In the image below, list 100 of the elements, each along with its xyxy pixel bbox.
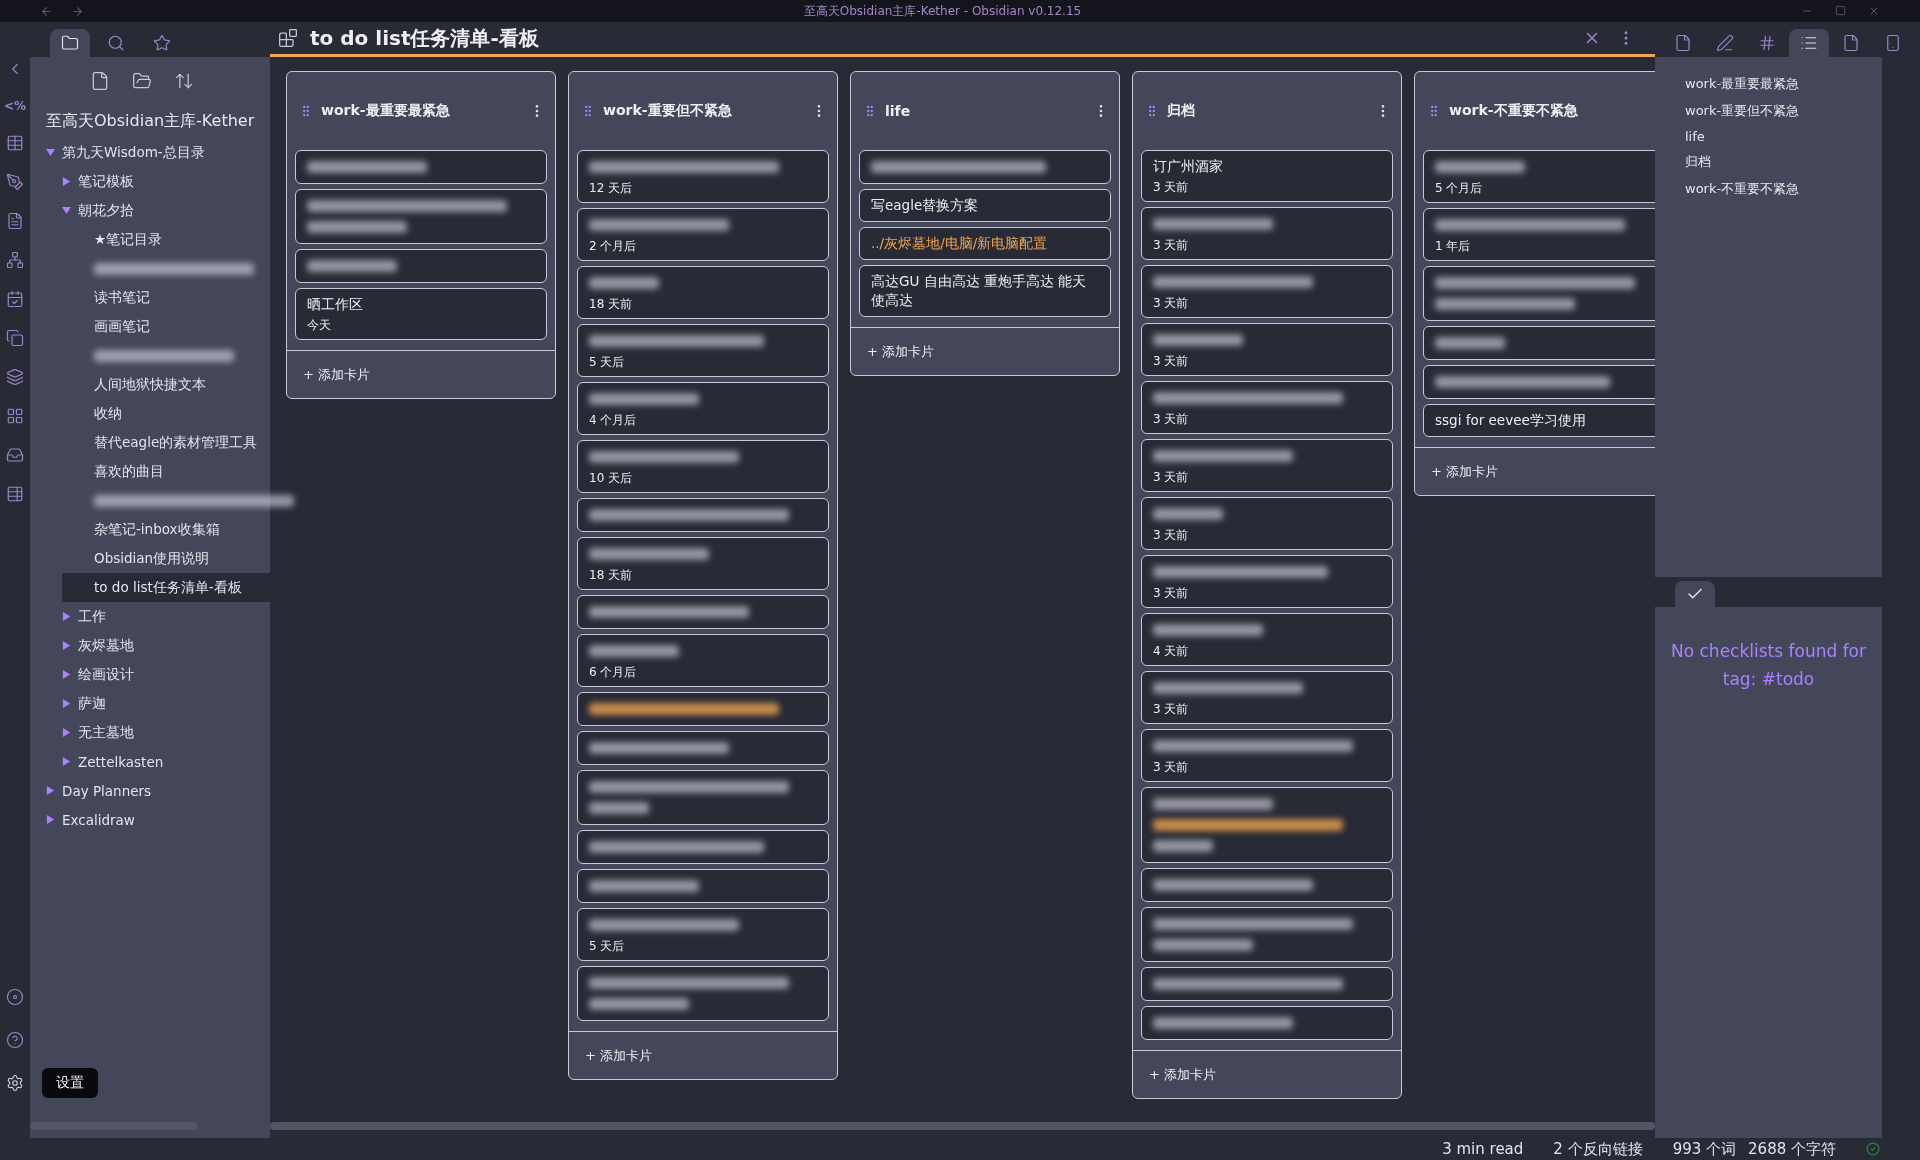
kanban-card[interactable]: 写eagle替换方案 xyxy=(859,189,1111,222)
file-item[interactable]: 读书笔记 xyxy=(62,283,270,312)
table-icon[interactable] xyxy=(6,485,24,503)
file-item[interactable]: 画画笔记 xyxy=(62,312,270,341)
table-icon[interactable] xyxy=(6,134,24,152)
sort-icon[interactable] xyxy=(174,71,194,91)
kanban-card[interactable]: 18 天前 xyxy=(577,266,829,319)
kanban-card[interactable] xyxy=(577,692,829,726)
outline-item[interactable]: 归档 xyxy=(1685,153,1882,171)
document-icon[interactable] xyxy=(6,212,24,230)
kanban-card[interactable] xyxy=(1423,326,1655,360)
new-note-icon[interactable] xyxy=(90,71,110,91)
kanban-card[interactable]: ssgi for eevee学习使用 xyxy=(1423,404,1655,437)
kanban-card[interactable]: 10 天后 xyxy=(577,440,829,493)
copy-icon[interactable] xyxy=(6,329,24,347)
scrollbar[interactable] xyxy=(30,1122,198,1130)
folder-item[interactable]: 工作 xyxy=(46,602,270,631)
kanban-card[interactable] xyxy=(577,595,829,629)
kanban-card[interactable]: 5 天后 xyxy=(577,324,829,377)
kanban-card[interactable]: 12 天后 xyxy=(577,150,829,203)
outline-item[interactable]: work-最重要最紧急 xyxy=(1685,75,1882,93)
add-card-button[interactable]: + 添加卡片 xyxy=(1133,1050,1401,1098)
kanban-card[interactable]: 3 天前 xyxy=(1141,497,1393,550)
kanban-card[interactable] xyxy=(1141,1006,1393,1040)
kanban-card[interactable] xyxy=(1141,967,1393,1001)
kanban-card[interactable]: 5 天后 xyxy=(577,908,829,961)
graph-icon[interactable] xyxy=(6,251,24,269)
folder-item[interactable]: 笔记模板 xyxy=(46,167,270,196)
kanban-card[interactable] xyxy=(295,249,547,283)
folder-item[interactable]: Day Planners xyxy=(30,776,270,805)
kanban-card[interactable] xyxy=(1141,907,1393,962)
kanban-card[interactable]: 高达GU 自由高达 重炮手高达 能天使高达 xyxy=(859,265,1111,317)
settings-icon[interactable] xyxy=(6,1074,24,1092)
outline-item[interactable]: life xyxy=(1685,129,1882,144)
checklist-tab[interactable] xyxy=(1675,581,1715,607)
kanban-card[interactable] xyxy=(1141,868,1393,902)
kanban-card[interactable] xyxy=(577,731,829,765)
folder-item[interactable]: 萨迦 xyxy=(46,689,270,718)
kanban-card[interactable] xyxy=(577,770,829,825)
kanban-card[interactable]: 3 天前 xyxy=(1141,323,1393,376)
kanban-card[interactable] xyxy=(295,189,547,244)
folder-item[interactable]: Zettelkasten xyxy=(46,747,270,776)
kanban-card[interactable]: 3 天前 xyxy=(1141,265,1393,318)
kanban-card[interactable] xyxy=(1141,787,1393,863)
folder-item[interactable]: 绘画设计 xyxy=(46,660,270,689)
file-item[interactable]: 杂笔记-inbox收集箱 xyxy=(62,515,270,544)
folder-item[interactable]: 无主墓地 xyxy=(46,718,270,747)
new-folder-icon[interactable] xyxy=(132,71,152,91)
kanban-card[interactable]: 3 天前 xyxy=(1141,671,1393,724)
grid-icon[interactable] xyxy=(6,407,24,425)
kanban-card[interactable] xyxy=(577,966,829,1021)
help-icon[interactable] xyxy=(6,1031,24,1049)
inbox-icon[interactable] xyxy=(6,446,24,464)
kanban-card[interactable]: ../灰烬墓地/电脑/新电脑配置 xyxy=(859,227,1111,260)
kanban-card[interactable]: 3 天前 xyxy=(1141,729,1393,782)
file-item[interactable]: 人间地狱快捷文本 xyxy=(62,370,270,399)
add-card-button[interactable]: + 添加卡片 xyxy=(851,327,1119,375)
kanban-card[interactable]: 2 个月后 xyxy=(577,208,829,261)
layers-icon[interactable] xyxy=(6,368,24,386)
file-item[interactable]: 收纳 xyxy=(62,399,270,428)
folder-item[interactable]: 朝花夕拾 xyxy=(46,196,270,225)
folder-item[interactable]: 第九天Wisdom-总目录 xyxy=(30,138,270,167)
file-item[interactable]: ★笔记目录 xyxy=(62,225,270,254)
kanban-card[interactable]: 5 个月后 xyxy=(1423,150,1655,203)
backlink-count[interactable]: 2 个反向链接 xyxy=(1553,1139,1643,1159)
card-link[interactable]: ../灰烬墓地/电脑/新电脑配置 xyxy=(871,234,1099,253)
add-card-button[interactable]: + 添加卡片 xyxy=(287,350,555,398)
kanban-card[interactable] xyxy=(577,498,829,532)
back-icon[interactable] xyxy=(40,4,53,18)
forward-icon[interactable] xyxy=(71,4,84,18)
file-item[interactable]: 替代eagle的素材管理工具 xyxy=(62,428,270,457)
folder-item[interactable]: 灰烬墓地 xyxy=(46,631,270,660)
file-item[interactable]: to do list任务清单-看板 xyxy=(62,573,270,602)
outline-item[interactable]: work-重要但不紧急 xyxy=(1685,102,1882,120)
kanban-card[interactable]: 3 天前 xyxy=(1141,555,1393,608)
kanban-card[interactable] xyxy=(859,150,1111,184)
kanban-card[interactable]: 3 天前 xyxy=(1141,207,1393,260)
kanban-card[interactable]: 3 天前 xyxy=(1141,439,1393,492)
kanban-card[interactable]: 4 个月后 xyxy=(577,382,829,435)
kanban-card[interactable] xyxy=(1423,266,1655,321)
kanban-card[interactable] xyxy=(577,869,829,903)
template-glyph[interactable]: <% xyxy=(3,99,27,113)
pen-icon[interactable] xyxy=(6,173,24,191)
kanban-card[interactable]: 18 天前 xyxy=(577,537,829,590)
kanban-card[interactable] xyxy=(295,150,547,184)
file-item[interactable]: 喜欢的曲目 xyxy=(62,457,270,486)
kanban-card[interactable]: 晒工作区 今天 xyxy=(295,288,547,340)
add-card-button[interactable]: + 添加卡片 xyxy=(569,1031,837,1079)
scrollbar[interactable] xyxy=(270,1122,1655,1130)
kanban-card[interactable]: 4 天前 xyxy=(1141,613,1393,666)
kanban-card[interactable]: 6 个月后 xyxy=(577,634,829,687)
kanban-card[interactable]: 订广州酒家 3 天前 xyxy=(1141,150,1393,202)
disc-icon[interactable] xyxy=(6,988,24,1006)
kanban-card[interactable] xyxy=(577,830,829,864)
sidebar-tab[interactable] xyxy=(50,29,90,57)
kanban-card[interactable]: 1 年后 xyxy=(1423,208,1655,261)
kanban-card[interactable] xyxy=(1423,365,1655,399)
folder-item[interactable]: Excalidraw xyxy=(30,805,270,834)
calendar-icon[interactable] xyxy=(6,290,24,308)
outline-item[interactable]: work-不重要不紧急 xyxy=(1685,180,1882,198)
